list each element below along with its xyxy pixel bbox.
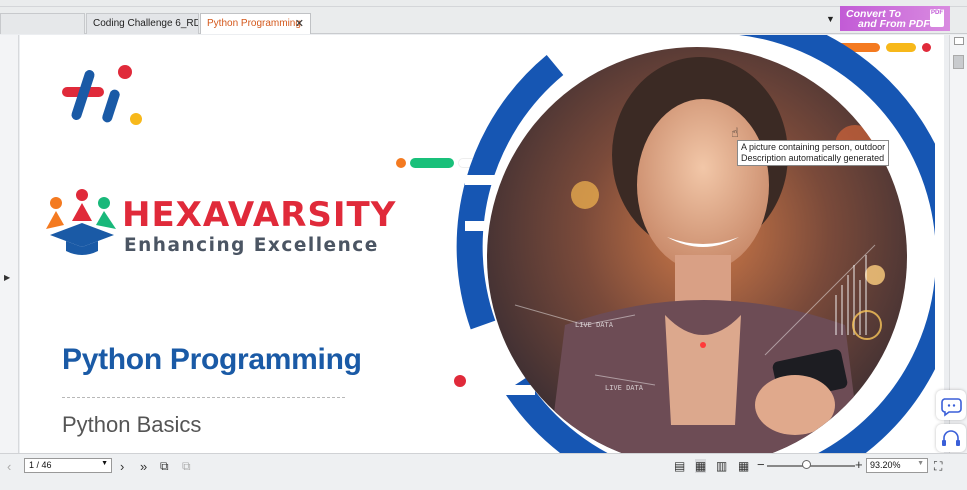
fullscreen-icon[interactable]: ⛶ [934, 459, 942, 474]
chat-assistant-button[interactable] [936, 390, 966, 420]
tab-label: Coding Challenge 6_RD... [93, 18, 199, 29]
chevron-down-icon[interactable]: ▼ [101, 460, 108, 467]
hand-cursor-icon: ☝ [731, 125, 739, 140]
hexavarsity-logo: HEXAVARSITY Enhancing Excellence [42, 185, 402, 265]
alt-text-tooltip: A picture containing person, outdoor Des… [737, 140, 890, 166]
live-data-label: LIVE DATA [605, 384, 644, 392]
two-page-view-icon[interactable]: ▥ [716, 459, 727, 473]
tooltip-line2: Description automatically generated [741, 153, 885, 163]
tooltip-line1: A picture containing person, outdoor [741, 142, 886, 152]
status-toolbar: ‹ 1 / 46 ▼ › » ⧉ ⧉ ▤ ▦ ▥ ▦ − + 93.20% ▼ … [0, 453, 967, 490]
brand-tagline: Enhancing Excellence [124, 235, 379, 256]
headset-icon [942, 430, 960, 446]
zoom-slider[interactable] [767, 465, 855, 467]
double-chevron-right-icon[interactable]: » [140, 459, 147, 474]
page-number-field[interactable]: 1 / 46 ▼ [24, 458, 112, 473]
slide-subtitle: Python Basics [62, 412, 202, 437]
left-panel-toggle[interactable]: ▶ [0, 35, 19, 453]
tab-python-programming[interactable]: Python Programming ✕ [200, 13, 311, 34]
zoom-level-field[interactable]: 93.20% ▼ [866, 458, 928, 473]
slide-title: Python Programming [62, 343, 362, 376]
zoom-slider-handle[interactable] [802, 460, 811, 469]
copy-page-icon[interactable]: ⧉ [182, 459, 191, 474]
scroll-thumb[interactable] [953, 55, 964, 69]
page-number: 1 / 46 [29, 460, 52, 470]
tab-label: Python Programming [207, 18, 301, 29]
brand-name: HEXAVARSITY [122, 195, 397, 235]
graduate-emblem-icon [46, 189, 116, 255]
pdf-icon: PDF [930, 9, 944, 27]
close-tab-icon[interactable]: ✕ [295, 17, 304, 30]
zoom-in-icon[interactable]: + [855, 457, 863, 472]
zoom-out-icon[interactable]: − [757, 457, 765, 472]
convert-pdf-banner[interactable]: Convert To and From PDF PDF [840, 6, 950, 31]
expand-panel-icon[interactable]: ▶ [4, 273, 10, 282]
hi-logo [62, 65, 142, 125]
grid-view-icon[interactable]: ▦ [738, 459, 749, 473]
chevron-down-icon[interactable]: ▼ [917, 460, 924, 467]
chat-bubble-icon [941, 398, 962, 417]
tab-empty[interactable] [0, 13, 85, 34]
rotate-page-icon[interactable]: ⧉ [160, 459, 169, 474]
continuous-view-icon[interactable]: ▦ [695, 459, 707, 473]
divider [62, 397, 345, 398]
tab-bar: Coding Challenge 6_RD... Python Programm… [0, 0, 967, 34]
scroll-up-icon[interactable] [954, 37, 964, 45]
chevron-left-icon[interactable]: ‹ [7, 459, 11, 474]
ai-assistant-button[interactable] [936, 424, 966, 452]
zoom-value: 93.20% [870, 460, 901, 470]
pdf-viewer-window: Coding Challenge 6_RD... Python Programm… [0, 0, 967, 490]
live-data-label: LIVE DATA [575, 321, 614, 329]
hero-photo: LIVE DATA LIVE DATA [456, 35, 935, 453]
accent-dot [396, 158, 406, 168]
tab-list-dropdown-icon[interactable]: ▼ [826, 14, 835, 24]
single-page-view-icon[interactable]: ▤ [674, 459, 685, 473]
tab-coding-challenge[interactable]: Coding Challenge 6_RD... [86, 13, 199, 34]
chevron-right-icon[interactable]: › [120, 459, 124, 474]
slide-page: HEXAVARSITY Enhancing Excellence Python … [20, 35, 944, 453]
